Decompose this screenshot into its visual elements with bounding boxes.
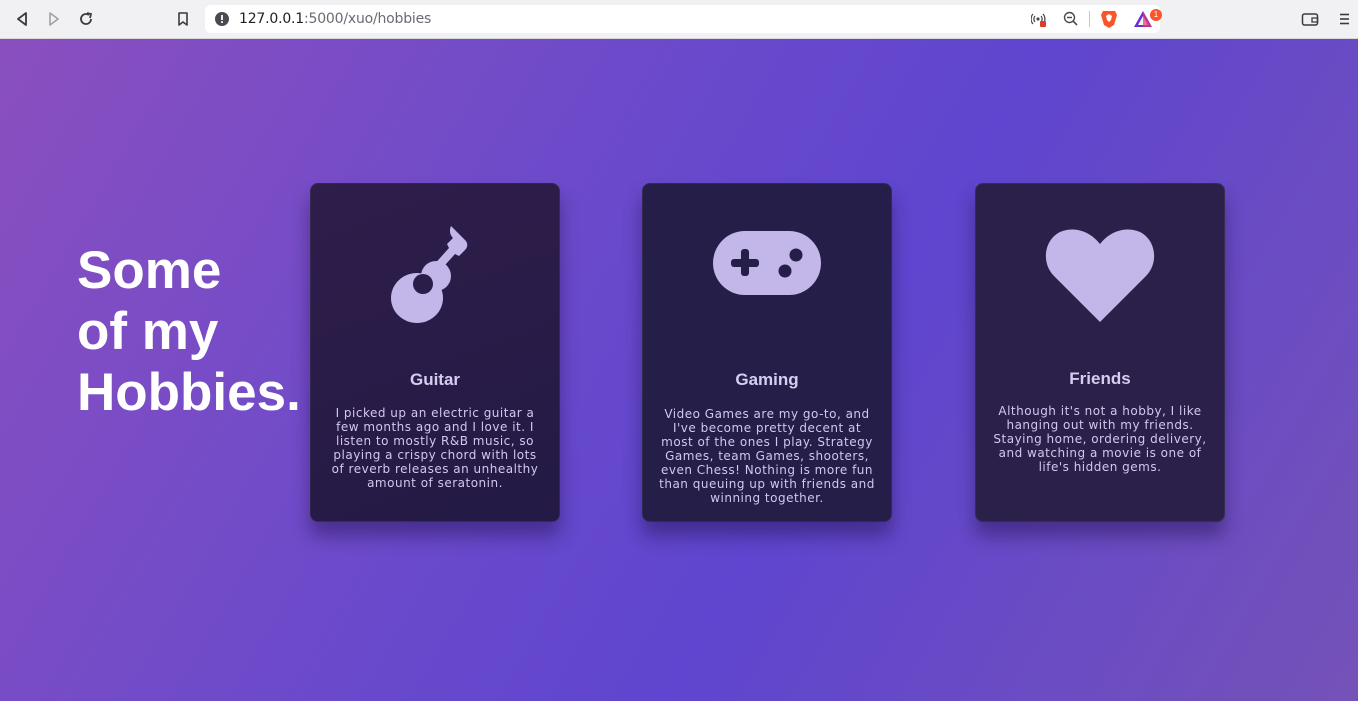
forward-arrow-icon bbox=[49, 12, 59, 26]
card-text-guitar: I picked up an electric guitar a few mon… bbox=[331, 406, 539, 490]
url-host: 127.0.0.1 bbox=[239, 11, 304, 27]
hamburger-menu-icon bbox=[1340, 13, 1349, 25]
menu-button[interactable] bbox=[1333, 8, 1355, 30]
card-text-gaming: Video Games are my go-to, and I've becom… bbox=[659, 407, 875, 505]
brave-shields-icon[interactable] bbox=[1100, 9, 1118, 29]
hobby-card-friends: Friends Although it's not a hobby, I lik… bbox=[975, 183, 1225, 522]
card-title-gaming: Gaming bbox=[735, 370, 799, 389]
hobby-card-gaming: Gaming Video Games are my go-to, and I'v… bbox=[642, 183, 892, 522]
rewards-badge: 1 bbox=[1150, 9, 1162, 21]
bookmark-icon bbox=[178, 11, 188, 26]
gamepad-icon bbox=[643, 230, 891, 296]
address-bar[interactable]: 127.0.0.1:5000/xuo/hobbies 1 bbox=[205, 5, 1162, 33]
reload-button[interactable] bbox=[75, 8, 97, 30]
broadcast-icon[interactable] bbox=[1031, 12, 1047, 28]
headline-line-3: Hobbies. bbox=[77, 363, 301, 422]
hobbies-page: Some of my Hobbies. Guitar I picked up a… bbox=[0, 39, 1358, 701]
browser-toolbar: 127.0.0.1:5000/xuo/hobbies 1 bbox=[0, 0, 1358, 39]
wallet-icon bbox=[1301, 13, 1319, 26]
site-info-icon[interactable] bbox=[215, 12, 229, 26]
zoom-out-icon[interactable] bbox=[1063, 11, 1079, 27]
back-arrow-icon bbox=[17, 12, 27, 26]
headline-line-2: of my bbox=[77, 302, 219, 361]
card-title-friends: Friends bbox=[1069, 369, 1131, 388]
forward-button[interactable] bbox=[43, 8, 65, 30]
guitar-icon bbox=[311, 218, 559, 330]
bookmark-button[interactable] bbox=[172, 8, 194, 30]
hobby-card-guitar: Guitar I picked up an electric guitar a … bbox=[310, 183, 560, 522]
url-divider bbox=[1089, 11, 1090, 27]
heart-icon bbox=[976, 228, 1224, 323]
reload-icon bbox=[80, 12, 93, 25]
url-path: :5000/xuo/hobbies bbox=[304, 11, 432, 27]
url-text[interactable]: 127.0.0.1:5000/xuo/hobbies bbox=[239, 11, 431, 27]
card-text-friends: Although it's not a hobby, I like hangin… bbox=[993, 404, 1207, 474]
card-title-guitar: Guitar bbox=[409, 370, 461, 389]
headline-line-1: Some bbox=[77, 241, 222, 300]
page-headline: Some of my Hobbies. bbox=[77, 240, 317, 423]
back-button[interactable] bbox=[11, 8, 33, 30]
wallet-button[interactable] bbox=[1299, 8, 1321, 30]
